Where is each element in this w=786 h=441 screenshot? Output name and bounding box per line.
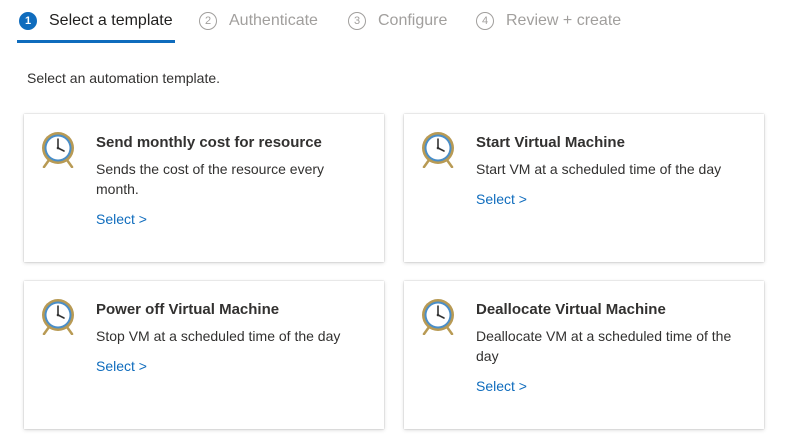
template-title: Power off Virtual Machine — [96, 301, 280, 318]
select-link[interactable]: Select > — [96, 211, 147, 227]
active-step-underline — [17, 40, 175, 43]
step-label-select-template: Select a template — [49, 12, 173, 29]
select-link[interactable]: Select > — [96, 358, 147, 374]
template-card-power-off-vm[interactable]: Power off Virtual Machine Stop VM at a s… — [24, 281, 384, 429]
step-number-4: 4 — [476, 12, 494, 30]
step-number-2: 2 — [199, 12, 217, 30]
clock-icon — [40, 297, 78, 336]
step-label-authenticate: Authenticate — [229, 12, 318, 29]
template-card-start-vm[interactable]: Start Virtual Machine Start VM at a sche… — [404, 114, 764, 262]
template-description: Start VM at a scheduled time of the day — [476, 161, 722, 177]
step-label-configure: Configure — [378, 12, 448, 29]
step-number-1: 1 — [19, 12, 37, 30]
template-title: Start Virtual Machine — [476, 134, 625, 151]
template-card-deallocate-vm[interactable]: Deallocate Virtual Machine Deallocate VM… — [404, 281, 764, 429]
template-description: Deallocate VM at a scheduled time of the… — [476, 328, 732, 364]
template-title: Send monthly cost for resource — [96, 134, 322, 151]
wizard-steps: 1 Select a template 2 Authenticate 3 Con… — [0, 0, 786, 46]
template-description: Stop VM at a scheduled time of the day — [96, 328, 341, 344]
step-configure[interactable]: 3 Configure — [348, 10, 447, 46]
template-title: Deallocate Virtual Machine — [476, 301, 666, 318]
template-card-send-monthly-cost[interactable]: Send monthly cost for resource Sends the… — [24, 114, 384, 262]
step-number-3: 3 — [348, 12, 366, 30]
clock-icon — [420, 297, 458, 336]
clock-icon — [40, 130, 78, 169]
select-link[interactable]: Select > — [476, 378, 527, 394]
step-label-review-create: Review + create — [506, 12, 622, 29]
step-select-template[interactable]: 1 Select a template — [17, 10, 175, 46]
template-description: Sends the cost of the resource every mon… — [96, 161, 325, 197]
instructions-text: Select an automation template. — [27, 70, 221, 86]
step-authenticate[interactable]: 2 Authenticate — [199, 10, 318, 46]
step-review-create[interactable]: 4 Review + create — [476, 10, 621, 46]
select-link[interactable]: Select > — [476, 191, 527, 207]
clock-icon — [420, 130, 458, 169]
